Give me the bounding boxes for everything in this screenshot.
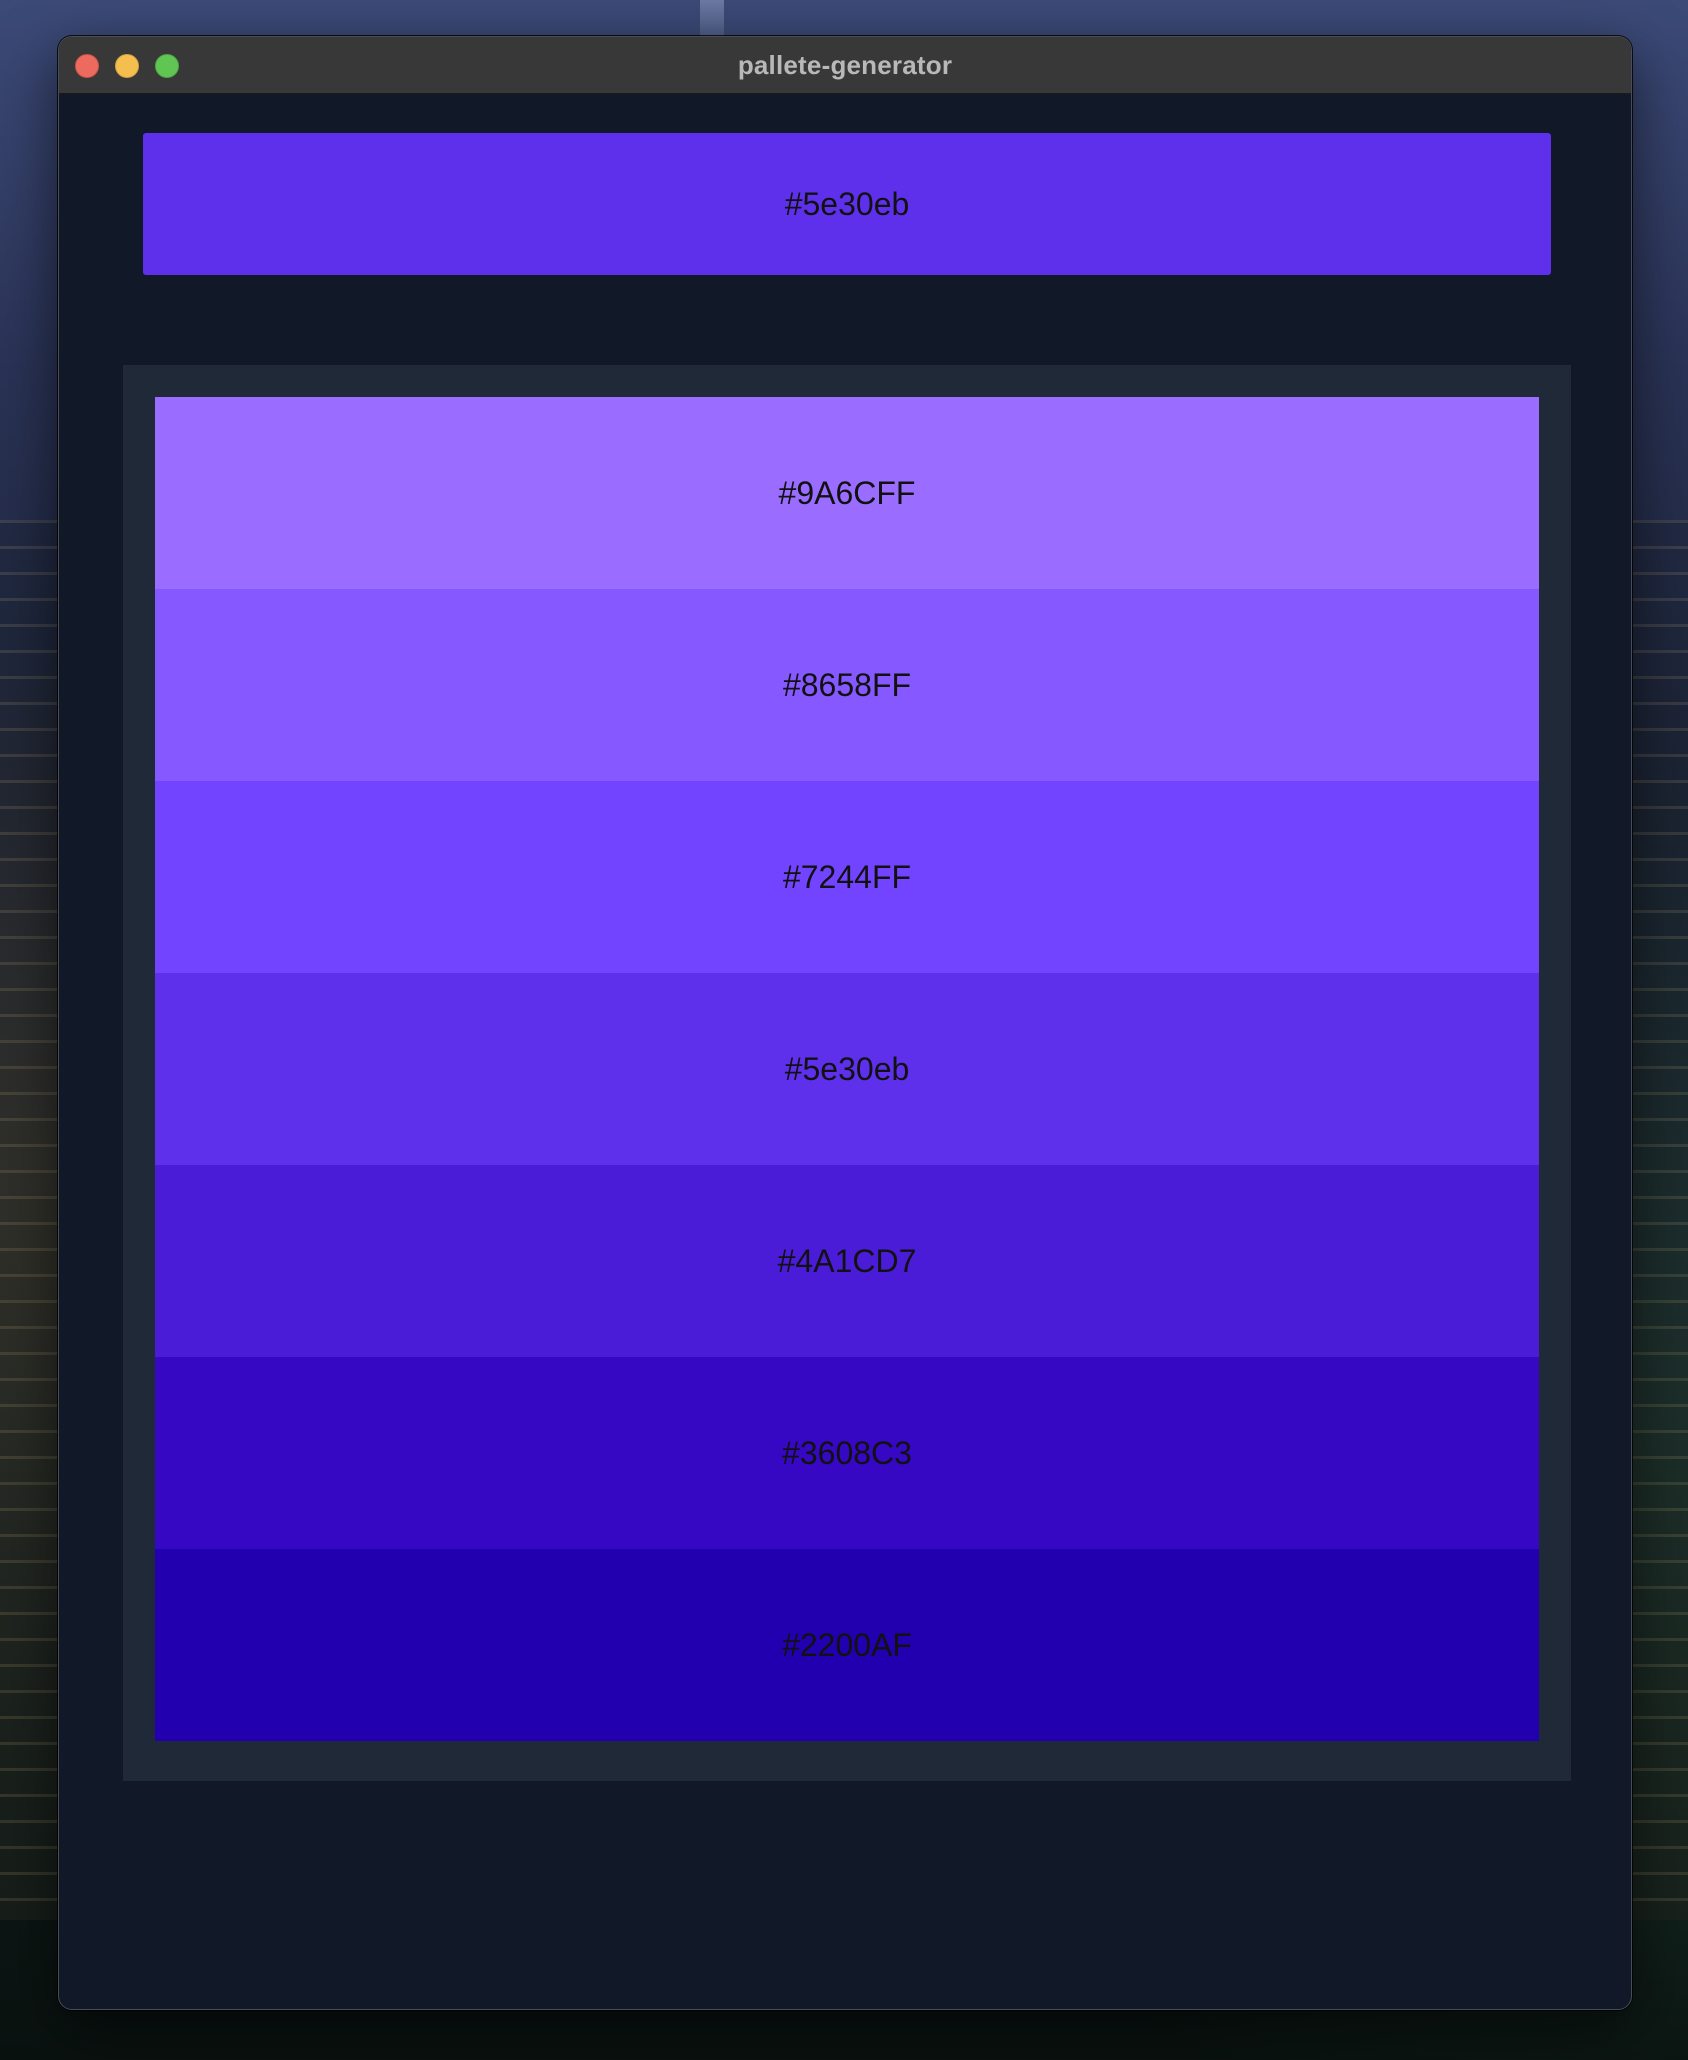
minimize-button[interactable] bbox=[115, 54, 139, 78]
palette-swatch-list: #9A6CFF #8658FF #7244FF #5e30eb #4A1CD7 … bbox=[155, 397, 1539, 1741]
app-window: pallete-generator #5e30eb #9A6CFF #8658F… bbox=[58, 36, 1632, 2010]
maximize-button[interactable] bbox=[155, 54, 179, 78]
palette-swatch[interactable]: #2200AF bbox=[155, 1549, 1539, 1741]
background-tower bbox=[700, 0, 724, 40]
palette-swatch[interactable]: #7244FF bbox=[155, 781, 1539, 973]
palette-swatch[interactable]: #5e30eb bbox=[155, 973, 1539, 1165]
palette-swatch-label: #3608C3 bbox=[782, 1434, 912, 1471]
palette-swatch[interactable]: #9A6CFF bbox=[155, 397, 1539, 589]
primary-color-label: #5e30eb bbox=[784, 185, 910, 222]
background-city-left bbox=[0, 520, 58, 1920]
title-bar[interactable]: pallete-generator bbox=[59, 37, 1631, 94]
palette-swatch-label: #8658FF bbox=[782, 666, 912, 703]
close-button[interactable] bbox=[75, 54, 99, 78]
window-controls bbox=[75, 54, 179, 78]
palette-swatch-label: #9A6CFF bbox=[778, 474, 916, 511]
palette-swatch-label: #7244FF bbox=[782, 858, 912, 895]
window-title: pallete-generator bbox=[737, 49, 953, 80]
primary-color-swatch[interactable]: #5e30eb bbox=[143, 133, 1551, 275]
palette-swatch-label: #4A1CD7 bbox=[777, 1242, 917, 1279]
palette-swatch[interactable]: #4A1CD7 bbox=[155, 1165, 1539, 1357]
palette-panel: #9A6CFF #8658FF #7244FF #5e30eb #4A1CD7 … bbox=[123, 365, 1571, 1781]
background-city-right bbox=[1630, 520, 1688, 1920]
palette-swatch-label: #2200AF bbox=[782, 1626, 912, 1663]
palette-swatch-label: #5e30eb bbox=[784, 1050, 910, 1087]
palette-swatch[interactable]: #8658FF bbox=[155, 589, 1539, 781]
palette-swatch[interactable]: #3608C3 bbox=[155, 1357, 1539, 1549]
